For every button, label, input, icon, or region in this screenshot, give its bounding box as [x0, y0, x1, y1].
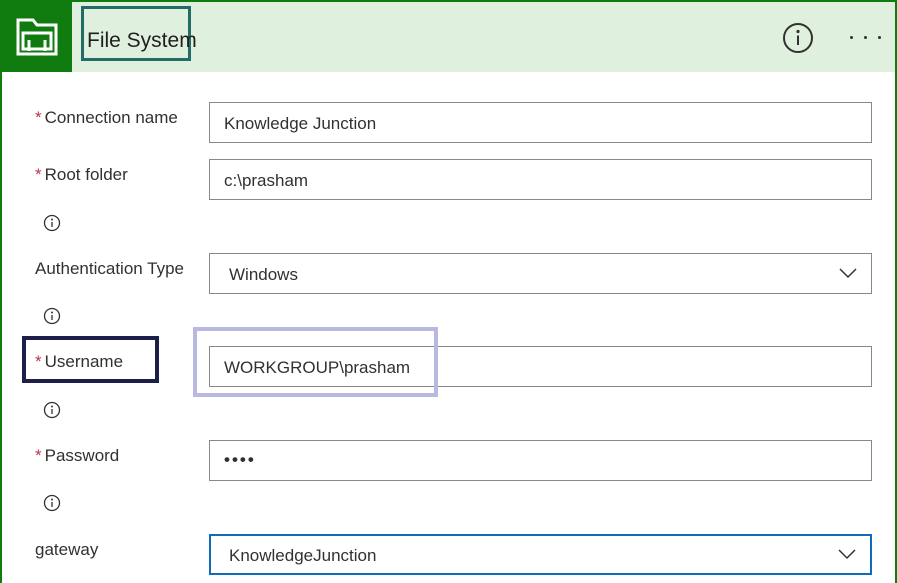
username-value-highlight-box	[193, 327, 438, 397]
panel-title: File System	[87, 29, 197, 52]
info-icon	[783, 23, 813, 53]
app-icon-tile	[2, 2, 72, 72]
more-options-icon	[878, 36, 881, 39]
root-folder-input[interactable]: c:\prasham	[209, 159, 872, 200]
gateway-value: KnowledgeJunction	[229, 546, 377, 565]
password-value: ••••	[224, 450, 256, 469]
password-label: * Password	[35, 446, 119, 466]
password-label-text: Password	[44, 446, 120, 465]
connection-name-label: * Connection name	[35, 108, 178, 128]
gateway-dropdown[interactable]: KnowledgeJunction	[209, 534, 872, 575]
password-info-icon[interactable]	[43, 494, 61, 512]
file-system-icon	[16, 18, 58, 56]
username-info-icon[interactable]	[43, 401, 61, 419]
root-folder-value: c:\prasham	[224, 171, 309, 190]
root-folder-info-icon[interactable]	[43, 214, 61, 232]
connection-name-value: Knowledge Junction	[224, 114, 377, 133]
required-marker: *	[35, 108, 42, 127]
authentication-type-label: Authentication Type	[35, 259, 185, 278]
chevron-down-icon	[838, 549, 856, 560]
password-input[interactable]: ••••	[209, 440, 872, 481]
connection-name-input[interactable]: Knowledge Junction	[209, 102, 872, 143]
connection-name-label-text: Connection name	[44, 108, 178, 127]
authentication-type-info-icon[interactable]	[43, 307, 61, 325]
username-label-text: Username	[44, 352, 124, 371]
required-marker: *	[35, 352, 42, 371]
info-button[interactable]	[782, 22, 814, 54]
root-folder-label: * Root folder	[35, 165, 128, 185]
authentication-type-dropdown[interactable]: Windows	[209, 253, 872, 294]
more-options-icon	[850, 36, 853, 39]
required-marker: *	[35, 446, 42, 465]
username-label: * Username	[35, 352, 123, 372]
gateway-label: gateway	[35, 540, 99, 559]
required-marker: *	[35, 165, 42, 184]
chevron-down-icon	[839, 268, 857, 279]
more-options-button[interactable]	[846, 24, 886, 50]
root-folder-label-text: Root folder	[44, 165, 128, 184]
authentication-type-value: Windows	[229, 265, 298, 284]
more-options-icon	[864, 36, 867, 39]
